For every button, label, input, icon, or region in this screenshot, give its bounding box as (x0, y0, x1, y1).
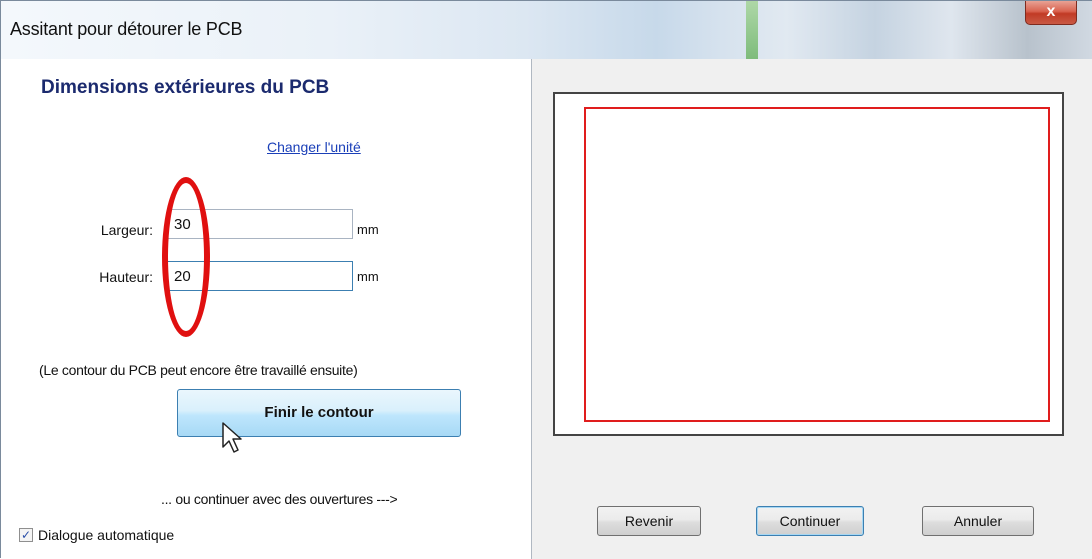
annotation-oval (162, 177, 210, 337)
title-bar[interactable]: Assitant pour détourer le PCB x (1, 1, 1092, 60)
pcb-preview-frame (553, 92, 1064, 436)
pcb-outline (584, 107, 1050, 422)
close-button[interactable]: x (1025, 1, 1077, 25)
back-button[interactable]: Revenir (597, 506, 701, 536)
continue-with-openings-text: ... ou continuer avec des ouvertures ---… (161, 491, 398, 507)
checkmark-icon: ✓ (20, 528, 32, 542)
panel-heading: Dimensions extérieures du PCB (41, 77, 330, 98)
height-label: Hauteur: (99, 269, 153, 285)
width-unit: mm (357, 222, 379, 237)
finish-outline-button[interactable]: Finir le contour (177, 389, 461, 437)
continue-button[interactable]: Continuer (756, 506, 864, 536)
width-label: Largeur: (100, 222, 153, 238)
height-unit: mm (357, 269, 379, 284)
change-unit-link[interactable]: Changer l'unité (267, 139, 361, 155)
mouse-pointer-icon (222, 422, 242, 453)
window-title: Assitant pour détourer le PCB (10, 19, 243, 39)
outline-note: (Le contour du PCB peut encore être trav… (39, 362, 358, 378)
preview-panel: Revenir Continuer Annuler (532, 59, 1092, 559)
auto-dialog-checkbox[interactable]: ✓ (19, 528, 33, 542)
close-icon: x (1046, 3, 1056, 20)
title-bar-decoration (746, 1, 758, 59)
auto-dialog-label[interactable]: Dialogue automatique (38, 527, 174, 543)
dimensions-panel: Dimensions extérieures du PCB Changer l'… (1, 59, 532, 559)
cancel-button[interactable]: Annuler (922, 506, 1034, 536)
pcb-wizard-window: Assitant pour détourer le PCB x Dimensio… (0, 0, 1092, 559)
